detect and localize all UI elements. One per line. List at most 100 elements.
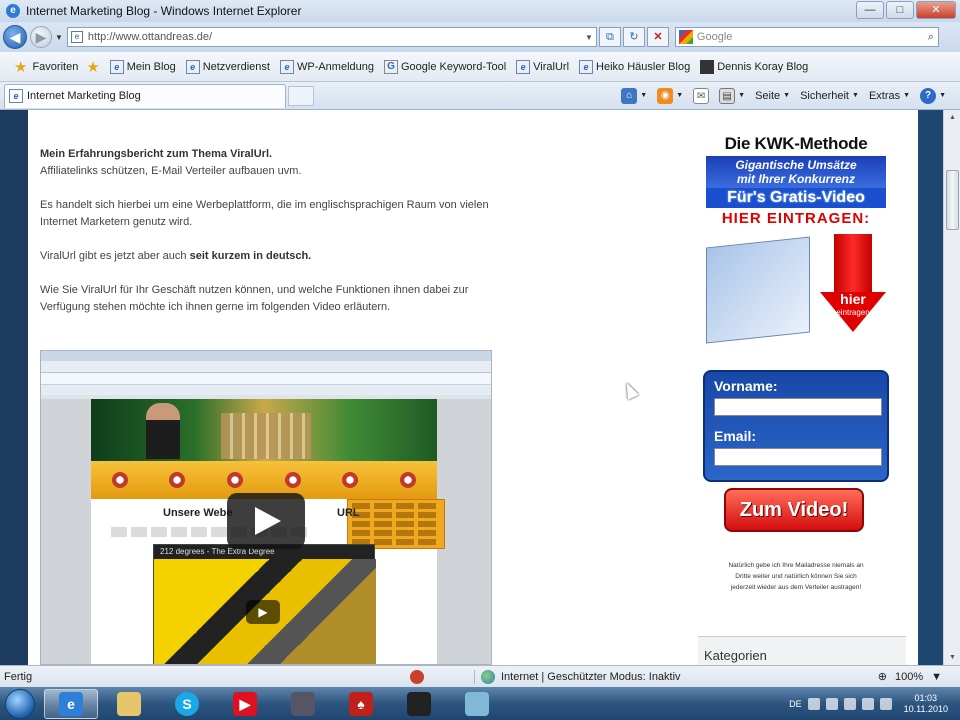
refresh-icon[interactable]: ↻ (622, 27, 645, 47)
chevron-down-icon[interactable]: ▼ (640, 92, 647, 99)
ie-icon: e (109, 59, 124, 74)
favorite-link[interactable]: e Mein Blog (105, 59, 181, 74)
favorite-link[interactable]: e WP-Anmeldung (275, 59, 379, 74)
history-dropdown-icon[interactable]: ▼ (55, 33, 63, 42)
search-icon[interactable]: ⌕ (928, 31, 934, 44)
rss-icon[interactable]: ◉ (657, 87, 674, 104)
back-button[interactable]: ◀ (3, 25, 27, 49)
address-url[interactable]: http://www.ottandreas.de/ (88, 31, 212, 43)
watch-video-button[interactable]: Zum Video! (724, 488, 864, 532)
help-icon[interactable]: ? (920, 87, 937, 104)
clock[interactable]: 01:03 10.11.2010 (898, 693, 954, 715)
intro-line-2: Affiliatelinks schützen, E-Mail Verteile… (40, 165, 302, 177)
mouse-cursor-icon (621, 380, 639, 400)
taskbar-camtasia[interactable] (276, 689, 330, 719)
tab-active[interactable]: e Internet Marketing Blog (4, 83, 286, 108)
address-bar[interactable]: e http://www.ottandreas.de/ ▼ (66, 27, 597, 47)
web-page: Mein Erfahrungsbericht zum Thema ViralUr… (28, 110, 918, 665)
print-icon[interactable]: ▤ (719, 87, 736, 104)
email-field[interactable] (714, 448, 882, 466)
favorites-button[interactable]: ★ Favoriten (0, 58, 86, 76)
video-orange-box (347, 499, 445, 549)
new-tab-button[interactable] (288, 85, 314, 106)
maximize-button[interactable]: □ (886, 1, 914, 19)
taskbar-ie[interactable]: e (44, 688, 98, 719)
favorite-link[interactable]: Dennis Koray Blog (695, 59, 813, 74)
close-button[interactable]: ✕ (916, 1, 956, 19)
clock-date: 10.11.2010 (903, 703, 948, 714)
chevron-down-icon[interactable]: ▼ (783, 92, 790, 99)
chevron-down-icon[interactable]: ▼ (585, 33, 593, 42)
security-report-icon[interactable] (410, 669, 424, 684)
favorites-label: Favoriten (32, 60, 79, 73)
home-icon[interactable]: ⌂ (621, 87, 638, 104)
taskbar-youtube[interactable]: ▶ (218, 689, 272, 719)
favorite-link[interactable]: e Netzverdienst (181, 59, 275, 74)
forward-button[interactable]: ▶ (30, 26, 52, 48)
page-background-strip (918, 110, 943, 665)
spade-icon: ♠ (349, 691, 373, 716)
address-row: ◀ ▶ ▼ e http://www.ottandreas.de/ ▼ ⧉ ↻ … (0, 22, 960, 52)
mail-icon[interactable]: ✉ (693, 87, 710, 104)
firstname-field[interactable] (714, 398, 882, 416)
page-menu[interactable]: Seite (755, 90, 780, 102)
minimize-button[interactable]: — (856, 1, 884, 19)
volume-icon[interactable] (879, 697, 892, 710)
protected-mode-icon[interactable]: ⊕ (878, 670, 887, 683)
taskbar-skype[interactable]: S (160, 689, 214, 719)
app-icon (465, 691, 489, 716)
language-indicator[interactable]: DE (789, 699, 802, 709)
zoom-control[interactable]: ⊕ 100% ▼ (878, 670, 960, 684)
vertical-scrollbar[interactable]: ▲ ▼ (943, 110, 960, 665)
globe-icon (481, 669, 495, 684)
favorite-label: Netzverdienst (202, 60, 270, 73)
extras-menu[interactable]: Extras (869, 90, 900, 102)
chevron-down-icon[interactable]: ▼ (903, 92, 910, 99)
favorite-link[interactable]: e ViralUrl (511, 59, 574, 74)
scroll-down-icon[interactable]: ▼ (945, 650, 960, 665)
taskbar-fulltilt[interactable] (392, 689, 446, 719)
security-zone[interactable]: Internet | Geschützter Modus: Inaktiv (474, 669, 812, 684)
security-menu[interactable]: Sicherheit (800, 90, 849, 102)
taskbar-app[interactable] (450, 689, 504, 719)
start-button[interactable] (0, 687, 40, 720)
google-icon: G (384, 59, 398, 74)
star-icon: ★ (14, 58, 28, 76)
favorite-link[interactable]: G Google Keyword-Tool (379, 59, 511, 74)
chevron-down-icon[interactable]: ▼ (931, 671, 942, 683)
add-favorite-icon[interactable]: ★ (86, 58, 99, 76)
chevron-down-icon[interactable]: ▼ (676, 92, 683, 99)
tray-icon[interactable] (807, 697, 820, 710)
inner-play-icon: ▶ (246, 600, 280, 624)
favorite-link[interactable]: e Heiko Häusler Blog (574, 59, 695, 74)
film-icon (291, 691, 315, 716)
favorite-label: Mein Blog (126, 60, 176, 73)
embedded-video[interactable]: Unsere Webe URL 212 degrees - The Extra … (40, 350, 492, 665)
search-input[interactable]: Google ⌕ (674, 27, 939, 47)
play-button[interactable] (227, 493, 305, 549)
command-bar: ⌂ ▼ ◉ ▼ ✉ ▤ ▼ Seite ▼ Sicherheit ▼ Extras ▼ ? ▼ (621, 87, 946, 104)
chevron-down-icon[interactable]: ▼ (852, 92, 859, 99)
nav-icon (284, 472, 301, 488)
kwk-banner[interactable]: Die KWK-Methode Gigantische Umsätze mit … (706, 134, 886, 344)
chevron-down-icon[interactable]: ▼ (939, 92, 946, 99)
scroll-up-icon[interactable]: ▲ (945, 110, 960, 125)
tray-icon[interactable] (843, 697, 856, 710)
youtube-icon: ▶ (233, 691, 257, 716)
favorite-label: Heiko Häusler Blog (596, 60, 691, 73)
taskbar-explorer[interactable] (102, 689, 156, 719)
zone-text: Internet | Geschützter Modus: Inaktiv (501, 670, 681, 683)
network-icon[interactable] (861, 697, 874, 710)
chevron-down-icon[interactable]: ▼ (738, 92, 745, 99)
zoom-level[interactable]: 100% (895, 671, 923, 683)
tray-icon[interactable] (825, 697, 838, 710)
inner-video: 212 degrees - The Extra Degree ▶ (153, 544, 376, 664)
compatibility-view-icon[interactable]: ⧉ (598, 27, 621, 47)
privacy-note: Natürlich gebe ich Ihre Mailadresse niem… (728, 562, 864, 591)
intro-line-1: Mein Erfahrungsbericht zum Thema ViralUr… (40, 148, 273, 160)
stop-icon[interactable]: ✕ (646, 27, 669, 47)
video-browser-address (41, 361, 491, 373)
ie-icon: e (185, 59, 200, 74)
taskbar-poker[interactable]: ♠ (334, 689, 388, 719)
scroll-thumb[interactable] (946, 170, 959, 230)
